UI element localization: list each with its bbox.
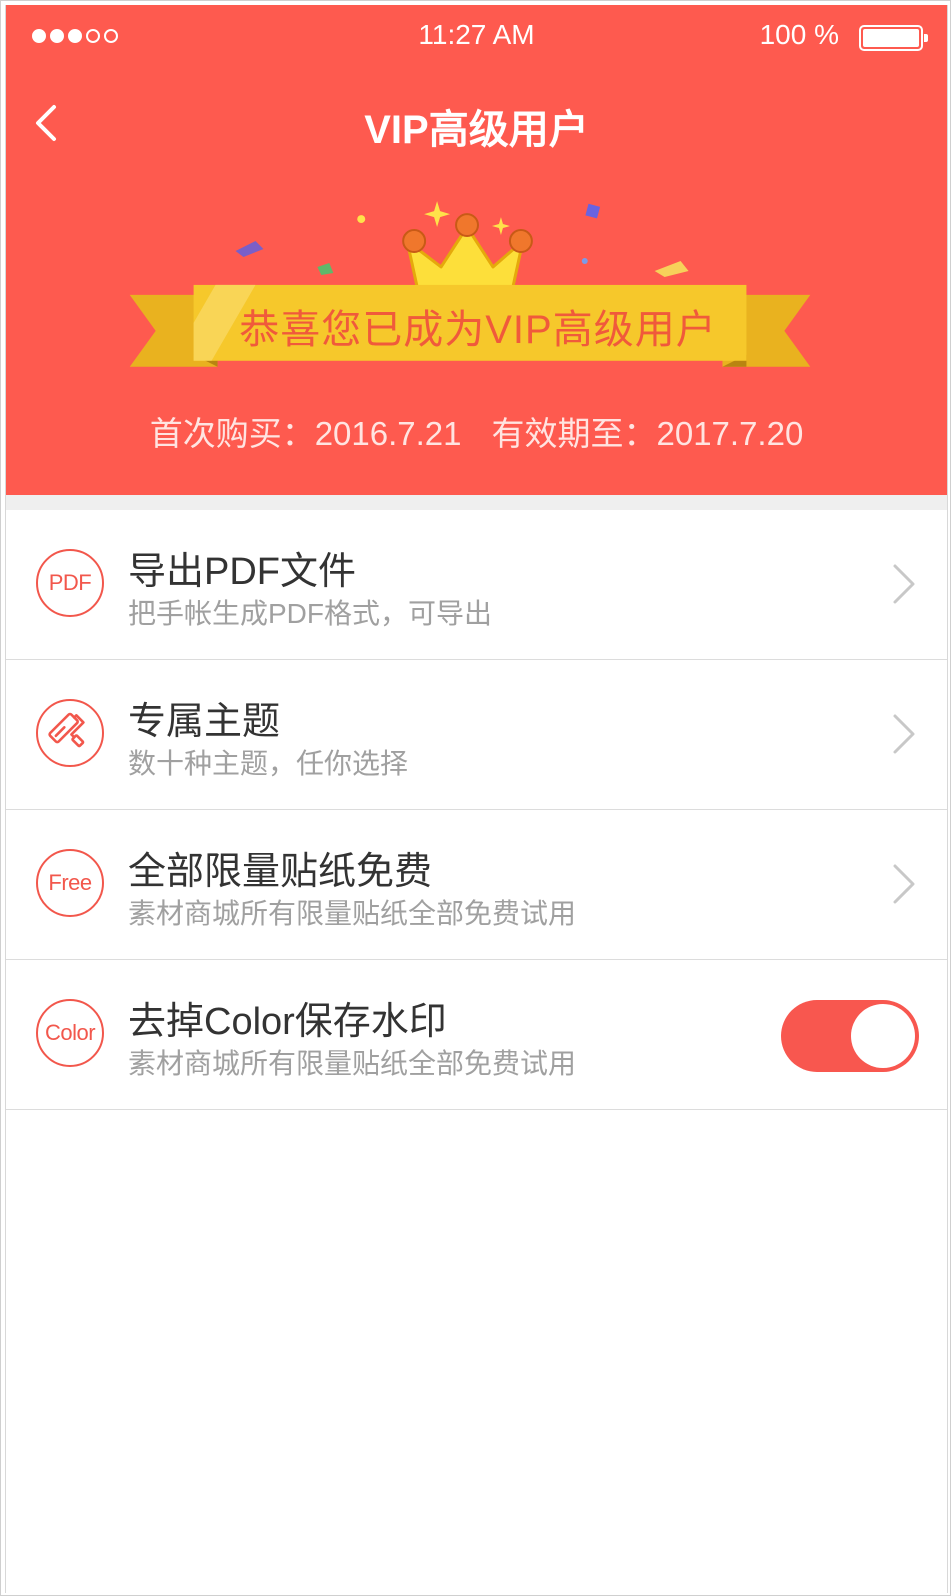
free-icon: Free	[36, 849, 104, 917]
feature-title: 去掉Color保存水印	[128, 1001, 447, 1043]
feature-subtitle: 把手帐生成PDF格式，可导出	[128, 598, 493, 629]
feature-row-remove-watermark: Color 去掉Color保存水印 素材商城所有限量贴纸全部免费试用	[6, 960, 947, 1110]
vip-feature-list: PDF 导出PDF文件 把手帐生成PDF格式，可导出 专属主题 数十种主题，任你…	[6, 510, 947, 1110]
feature-title: 导出PDF文件	[128, 551, 357, 593]
chevron-right-icon	[893, 864, 915, 904]
phone-screen: 11:27 AM 100 % VIP高级用户 恭喜您已成为VIP高级用户 首次购…	[5, 5, 948, 1593]
feature-title: 专属主题	[128, 701, 281, 743]
feature-row-free-stickers[interactable]: Free 全部限量贴纸免费 素材商城所有限量贴纸全部免费试用	[6, 810, 947, 960]
color-icon: Color	[36, 999, 104, 1067]
screen-frame: 11:27 AM 100 % VIP高级用户 恭喜您已成为VIP高级用户 首次购…	[0, 0, 951, 1596]
chevron-right-icon	[893, 564, 915, 604]
feature-subtitle: 素材商城所有限量贴纸全部免费试用	[128, 898, 577, 929]
valid-until-date: 有效期至：2017.7.20	[491, 415, 804, 452]
vip-congrats-text: 恭喜您已成为VIP高级用户	[239, 308, 717, 352]
watermark-toggle[interactable]	[781, 1000, 919, 1072]
feature-title: 全部限量贴纸免费	[128, 851, 433, 893]
section-divider	[6, 495, 947, 510]
toggle-knob	[851, 1004, 915, 1068]
feature-subtitle: 数十种主题，任你选择	[128, 748, 409, 779]
pdf-icon: PDF	[36, 549, 104, 617]
feature-row-themes[interactable]: 专属主题 数十种主题，任你选择	[6, 660, 947, 810]
paint-roller-icon	[36, 699, 104, 767]
membership-dates: 首次购买：2016.7.21 有效期至：2017.7.20	[6, 407, 947, 455]
feature-row-export-pdf[interactable]: PDF 导出PDF文件 把手帐生成PDF格式，可导出	[6, 510, 947, 660]
vip-header: 11:27 AM 100 % VIP高级用户 恭喜您已成为VIP高级用户 首次购…	[6, 5, 947, 495]
first-purchase-date: 首次购买：2016.7.21	[149, 415, 462, 452]
feature-subtitle: 素材商城所有限量贴纸全部免费试用	[128, 1048, 577, 1079]
chevron-right-icon	[893, 714, 915, 754]
